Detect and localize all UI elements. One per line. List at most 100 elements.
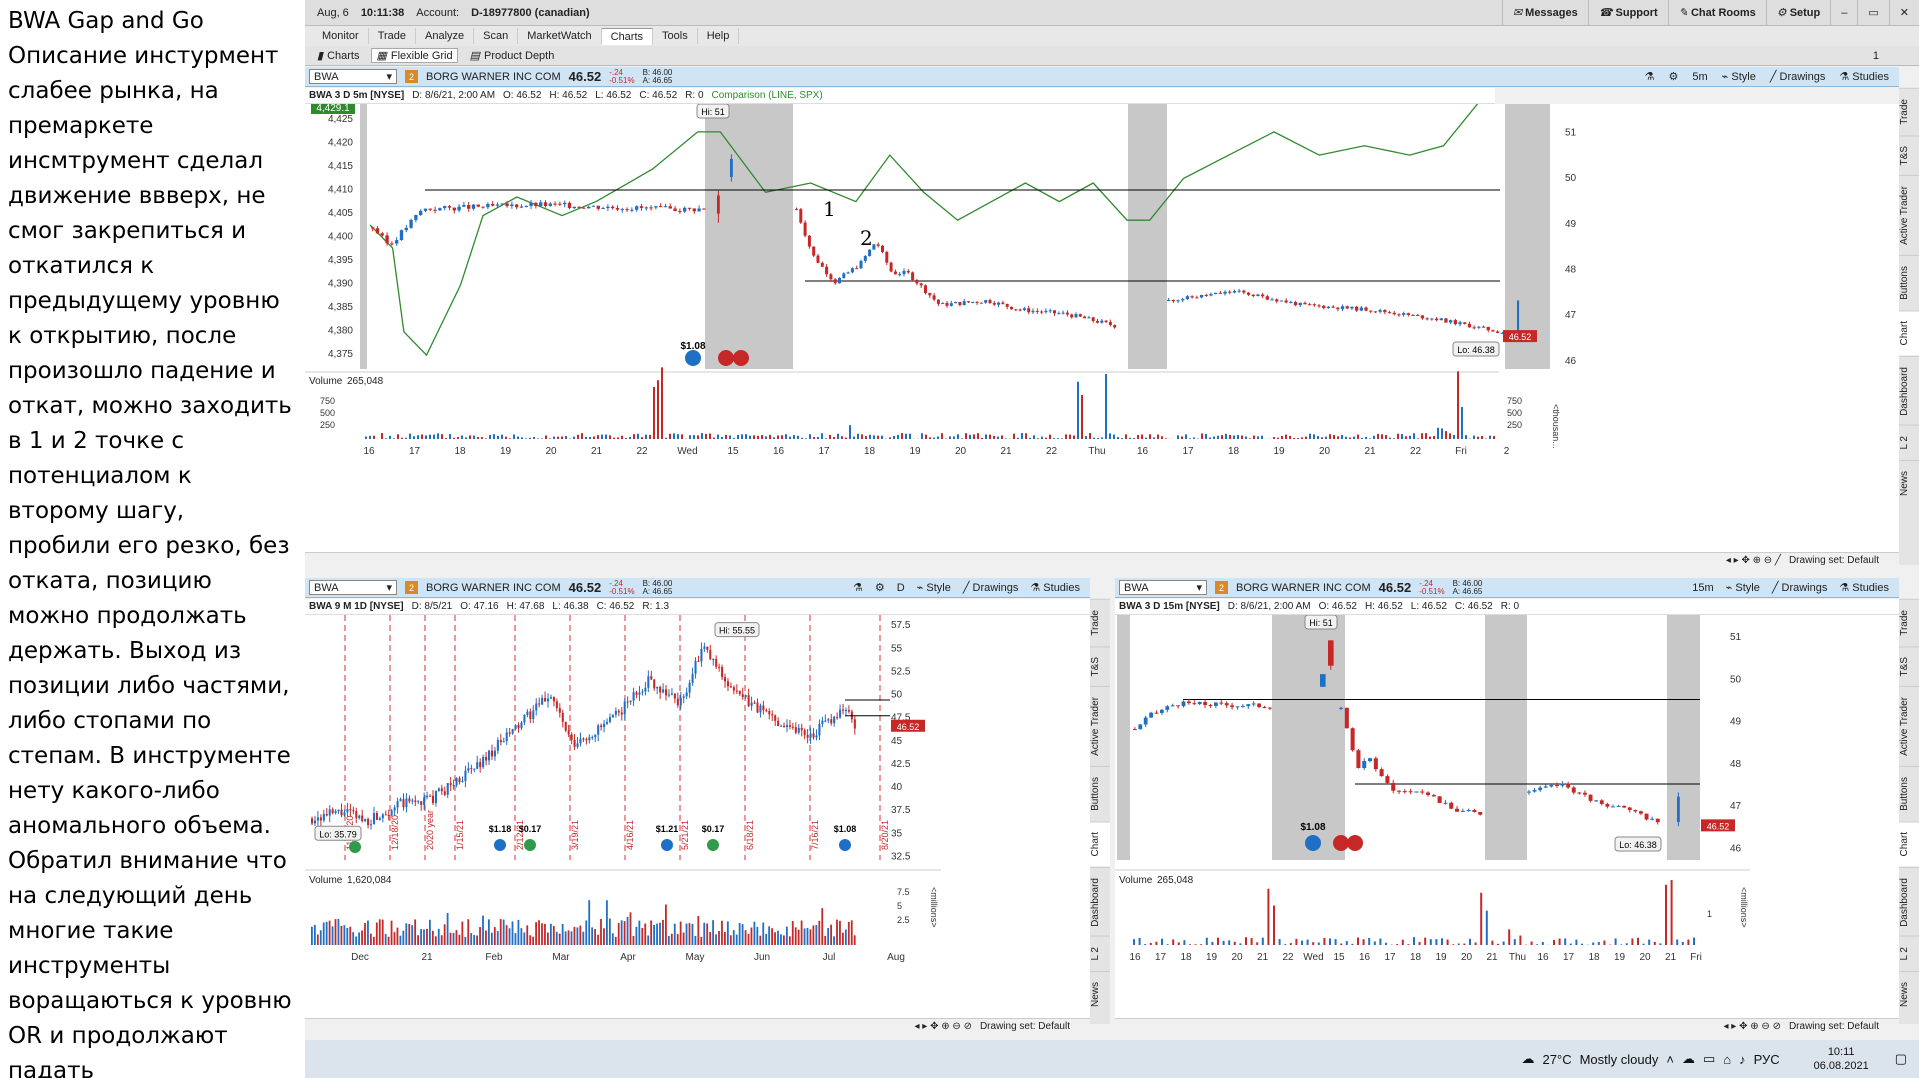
close-button[interactable]: ✕ bbox=[1888, 0, 1919, 25]
day1-candle bbox=[375, 228, 380, 234]
volume-bar bbox=[417, 935, 419, 945]
chat-rooms-button[interactable]: ✎ Chat Rooms bbox=[1667, 0, 1766, 25]
right-tab-trade[interactable]: Trade bbox=[1090, 599, 1110, 646]
drawing-set[interactable]: Drawing set: Default bbox=[980, 1021, 1070, 1032]
right-tab-l-2[interactable]: L 2 bbox=[1899, 936, 1919, 971]
right-tab-trade[interactable]: Trade bbox=[1899, 599, 1919, 646]
bl-chart-svg[interactable]: 57.55552.55047.54542.54037.53532.511/20/… bbox=[305, 615, 1090, 1022]
right-tab-buttons[interactable]: Buttons bbox=[1090, 766, 1110, 822]
network-icon[interactable]: ⌂ bbox=[1723, 1052, 1731, 1067]
right-tab-news[interactable]: News bbox=[1899, 970, 1919, 1017]
day2-candle bbox=[1014, 309, 1018, 311]
top-chart-pane[interactable]: 4,425 4,420 4,415 4,410 4,405 4,400 4,395 4,390… bbox=[305, 104, 1899, 565]
restore-button[interactable]: ▭ bbox=[1857, 0, 1888, 25]
right-tab-dashboard[interactable]: Dashboard bbox=[1090, 866, 1110, 937]
menu-help[interactable]: Help bbox=[698, 28, 740, 44]
vol-axis-tick: 1 bbox=[1707, 909, 1712, 919]
daily-candle bbox=[815, 735, 818, 738]
right-axis-tick: 50 bbox=[891, 690, 903, 701]
link-badge[interactable]: 2 bbox=[405, 70, 418, 83]
menu-tools[interactable]: Tools bbox=[653, 28, 698, 44]
br-chart-svg[interactable]: 51 50 49 48 47 46 46.52 Hi: 51 Lo: 46.38 $1.08 Vol… bbox=[1115, 615, 1899, 1022]
support-button[interactable]: ☎ Support bbox=[1587, 0, 1668, 25]
right-tab-t-s[interactable]: T&S bbox=[1899, 134, 1919, 176]
right-tab-active-trader[interactable]: Active Trader bbox=[1899, 175, 1919, 256]
right-tab-t-s[interactable]: T&S bbox=[1899, 645, 1919, 687]
product-depth-tab[interactable]: ▤ Product Depth bbox=[466, 49, 559, 63]
right-tab-chart[interactable]: Chart bbox=[1090, 821, 1110, 867]
drawings-button[interactable]: ╱ Drawings bbox=[963, 581, 1019, 594]
menu-marketwatch[interactable]: MarketWatch bbox=[518, 28, 602, 44]
flask-icon[interactable]: ⚗ bbox=[853, 581, 863, 594]
right-tab-trade[interactable]: Trade bbox=[1899, 88, 1919, 135]
right-tab-news[interactable]: News bbox=[1899, 459, 1919, 506]
interval-selector[interactable]: D bbox=[897, 582, 905, 594]
charts-tab[interactable]: ▮ Charts bbox=[313, 49, 363, 63]
account-selector[interactable]: D-18977800 (canadian) bbox=[471, 7, 590, 19]
right-tab-buttons[interactable]: Buttons bbox=[1899, 255, 1919, 311]
volume-bar bbox=[1405, 436, 1407, 439]
drawing-set[interactable]: Drawing set: Default bbox=[1789, 555, 1879, 566]
daily-candle bbox=[691, 673, 694, 683]
day1-candle bbox=[428, 208, 432, 210]
right-tab-active-trader[interactable]: Active Trader bbox=[1090, 686, 1110, 767]
drawings-button[interactable]: ╱ Drawings bbox=[1770, 70, 1826, 83]
volume-icon[interactable]: ♪ bbox=[1739, 1052, 1746, 1067]
minimize-button[interactable]: – bbox=[1830, 0, 1857, 25]
symbol-input[interactable]: BWA ▾ bbox=[309, 580, 397, 595]
style-button[interactable]: ⌁ Style bbox=[1726, 581, 1760, 594]
bl-chart-pane[interactable]: 57.55552.55047.54542.54037.53532.511/20/… bbox=[305, 615, 1090, 1022]
zoom-controls[interactable]: ◂ ▸ ✥ ⊕ ⊖ ╱ bbox=[1726, 555, 1781, 566]
volume-bar bbox=[725, 434, 727, 439]
symbol-input[interactable]: BWA ▾ bbox=[309, 69, 397, 84]
right-tab-active-trader[interactable]: Active Trader bbox=[1899, 686, 1919, 767]
volume-bar bbox=[570, 931, 573, 945]
studies-button[interactable]: ⚗ Studies bbox=[1839, 70, 1889, 83]
zoom-controls[interactable]: ◂ ▸ ✥ ⊕ ⊖ ⊘ bbox=[1724, 1021, 1781, 1032]
symbol-input[interactable]: BWA ▾ bbox=[1119, 580, 1207, 595]
right-tab-chart[interactable]: Chart bbox=[1899, 310, 1919, 356]
br-chart-pane[interactable]: 51 50 49 48 47 46 46.52 Hi: 51 Lo: 46.38 $1.08 Vol… bbox=[1115, 615, 1899, 1022]
menu-monitor[interactable]: Monitor bbox=[313, 28, 369, 44]
link-badge[interactable]: 2 bbox=[1215, 581, 1228, 594]
drawings-button[interactable]: ╱ Drawings bbox=[1772, 581, 1828, 594]
right-tab-dashboard[interactable]: Dashboard bbox=[1899, 866, 1919, 937]
style-button[interactable]: ⌁ Style bbox=[917, 581, 951, 594]
weather-temp[interactable]: 27°C bbox=[1543, 1052, 1572, 1067]
drawing-set[interactable]: Drawing set: Default bbox=[1789, 1021, 1879, 1032]
notification-icon[interactable]: ▢ bbox=[1883, 1051, 1919, 1067]
menu-analyze[interactable]: Analyze bbox=[416, 28, 475, 44]
month-marker-label: 4/16/21 bbox=[625, 820, 635, 850]
right-tab-chart[interactable]: Chart bbox=[1899, 821, 1919, 867]
studies-button[interactable]: ⚗ Studies bbox=[1030, 581, 1080, 594]
messages-button[interactable]: ✉ Messages bbox=[1501, 0, 1588, 25]
chevron-up-icon[interactable]: ˄ bbox=[1666, 1052, 1674, 1067]
link-badge[interactable]: 2 bbox=[405, 581, 418, 594]
right-tab-l-2[interactable]: L 2 bbox=[1090, 936, 1110, 971]
language-indicator[interactable]: РУС bbox=[1754, 1052, 1780, 1067]
right-tab-l-2[interactable]: L 2 bbox=[1899, 425, 1919, 460]
setup-button[interactable]: ⚙ Setup bbox=[1765, 0, 1831, 25]
menu-trade[interactable]: Trade bbox=[369, 28, 417, 44]
top-chart-svg[interactable]: 4,425 4,420 4,415 4,410 4,405 4,400 4,395 4,390… bbox=[305, 104, 1899, 565]
right-tab-news[interactable]: News bbox=[1090, 970, 1110, 1017]
weather-desc[interactable]: Mostly cloudy bbox=[1580, 1052, 1659, 1067]
studies-button[interactable]: ⚗ Studies bbox=[1839, 581, 1889, 594]
right-tab-buttons[interactable]: Buttons bbox=[1899, 766, 1919, 822]
display-icon[interactable]: ▭ bbox=[1703, 1051, 1715, 1067]
menu-charts[interactable]: Charts bbox=[601, 27, 654, 45]
style-button[interactable]: ⌁ Style bbox=[1722, 70, 1756, 83]
right-tab-t-s[interactable]: T&S bbox=[1090, 645, 1110, 687]
right-tab-dashboard[interactable]: Dashboard bbox=[1899, 355, 1919, 426]
cloud-icon[interactable]: ☁ bbox=[1682, 1051, 1695, 1067]
taskbar-clock[interactable]: 10:11 06.08.2021 bbox=[1800, 1045, 1883, 1073]
interval-selector[interactable]: 5m bbox=[1692, 71, 1707, 83]
flask-icon[interactable]: ⚗ bbox=[1645, 70, 1655, 83]
interval-selector[interactable]: 15m bbox=[1692, 582, 1713, 594]
flexible-grid-tab[interactable]: ▦ Flexible Grid bbox=[371, 48, 458, 63]
gear-icon[interactable]: ⚙ bbox=[1669, 70, 1679, 83]
menu-scan[interactable]: Scan bbox=[474, 28, 519, 44]
zoom-controls[interactable]: ◂ ▸ ✥ ⊕ ⊖ ⊘ bbox=[915, 1021, 972, 1032]
grid-page-number[interactable]: 1 bbox=[1869, 50, 1919, 62]
gear-icon[interactable]: ⚙ bbox=[875, 581, 885, 594]
